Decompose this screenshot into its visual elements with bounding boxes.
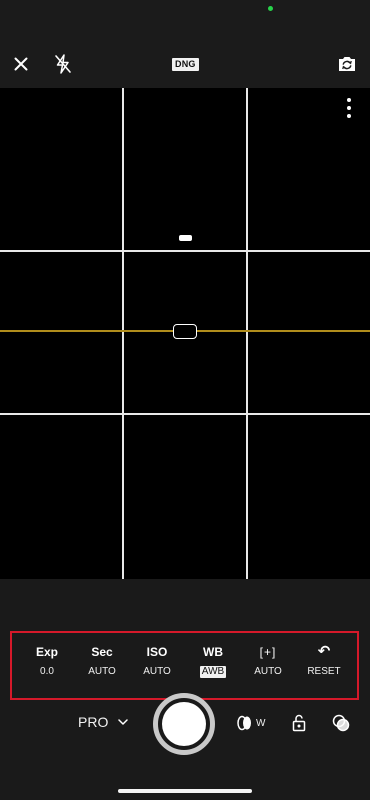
lock-icon — [292, 714, 306, 732]
setting-value: AUTO — [254, 666, 282, 677]
settings-lock-button[interactable] — [289, 713, 309, 733]
more-options-button[interactable] — [340, 98, 358, 118]
shutter-speed-setting[interactable]: Sec AUTO — [75, 645, 129, 678]
grid-line-vertical — [122, 88, 124, 579]
level-indicator — [173, 324, 197, 339]
flash-button[interactable] — [51, 52, 75, 76]
lens-selector[interactable]: W — [236, 714, 265, 732]
close-button[interactable] — [9, 52, 33, 76]
iso-setting[interactable]: ISO AUTO — [130, 645, 184, 678]
switch-camera-icon — [339, 57, 355, 71]
setting-value: RESET — [307, 666, 341, 677]
reset-button[interactable]: ↶ RESET — [297, 643, 351, 678]
shutter-button[interactable] — [153, 693, 215, 755]
focus-icon: [+] — [259, 645, 277, 659]
home-indicator[interactable] — [118, 789, 252, 793]
white-balance-setting[interactable]: WB AWB — [186, 645, 240, 679]
filter-icon — [332, 714, 350, 732]
grid-line-horizontal — [0, 413, 370, 415]
exposure-setting[interactable]: Exp 0.0 — [20, 645, 74, 678]
flash-off-icon — [55, 54, 71, 74]
camera-viewfinder[interactable] — [0, 88, 370, 579]
focus-marker — [179, 235, 192, 241]
setting-value: AWB — [199, 666, 227, 678]
undo-icon: ↶ — [317, 643, 331, 660]
grid-line-horizontal — [0, 250, 370, 252]
mode-label: PRO — [78, 714, 109, 730]
format-badge[interactable]: DNG — [172, 58, 199, 71]
setting-name: WB — [203, 645, 223, 659]
filter-button[interactable] — [331, 713, 351, 733]
setting-value: AUTO — [88, 666, 116, 677]
status-bar — [0, 0, 370, 40]
bottom-controls: Exp 0.0 Sec AUTO ISO AUTO WB AWB [+] AUT… — [0, 579, 370, 800]
switch-camera-button[interactable] — [335, 52, 359, 76]
close-icon — [14, 57, 28, 71]
focus-setting[interactable]: [+] AUTO — [241, 645, 295, 678]
top-bar: DNG — [0, 40, 370, 88]
privacy-indicator-dot — [268, 6, 273, 11]
more-vertical-icon — [347, 98, 351, 102]
grid-line-vertical — [246, 88, 248, 579]
chevron-down-icon — [118, 719, 129, 725]
mode-selector[interactable]: PRO — [78, 712, 129, 732]
lens-icon — [237, 715, 251, 731]
setting-name: Sec — [91, 645, 113, 659]
pro-settings-panel: Exp 0.0 Sec AUTO ISO AUTO WB AWB [+] AUT… — [10, 631, 359, 700]
setting-name: Exp — [35, 645, 58, 659]
lens-label: W — [256, 717, 266, 729]
setting-value: 0.0 — [40, 666, 54, 677]
shutter-button-inner — [162, 702, 206, 746]
setting-name: ISO — [146, 645, 168, 659]
setting-value: AUTO — [143, 666, 171, 677]
